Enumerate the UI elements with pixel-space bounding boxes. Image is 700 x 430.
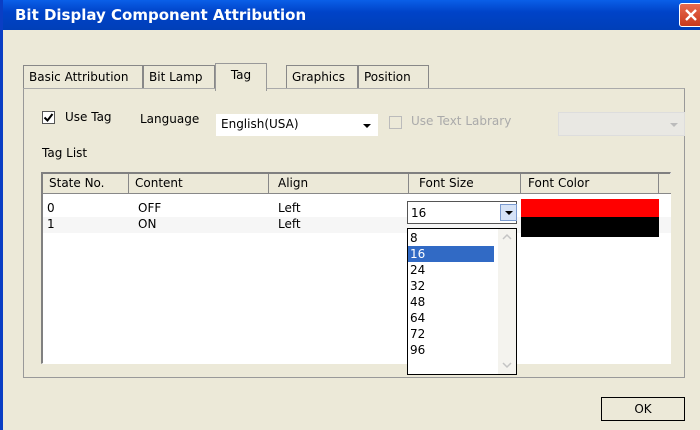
chevron-down-icon xyxy=(505,211,513,215)
table-row[interactable]: 1 ON Left xyxy=(43,217,671,237)
tab-basic-attribution[interactable]: Basic Attribution xyxy=(23,65,143,89)
window-title: Bit Display Component Attribution xyxy=(15,6,307,24)
dropdown-option[interactable]: 48 xyxy=(408,294,494,310)
chevron-up-icon xyxy=(502,233,512,240)
column-header-align[interactable]: Align xyxy=(269,174,409,194)
font-size-dropdown-list[interactable]: 8 16 24 32 48 64 72 96 xyxy=(407,228,517,375)
dropdown-option[interactable]: 32 xyxy=(408,278,494,294)
use-tag-checkbox[interactable] xyxy=(42,111,55,124)
tag-list-table[interactable]: State No. Content Align Font Size Font C… xyxy=(41,172,671,364)
cell-align: Left xyxy=(278,217,301,231)
language-label: Language xyxy=(140,112,200,126)
cell-state: 0 xyxy=(47,201,55,215)
dropdown-option[interactable]: 8 xyxy=(408,230,494,246)
tab-graphics[interactable]: Graphics xyxy=(286,65,358,89)
column-header-filler xyxy=(659,174,671,194)
close-icon xyxy=(685,9,697,21)
table-header: State No. Content Align Font Size Font C… xyxy=(43,174,671,194)
tag-list-label: Tag List xyxy=(42,146,88,160)
dialog-window: Bit Display Component Attribution Basic … xyxy=(0,0,700,430)
font-color-swatch[interactable] xyxy=(521,217,659,237)
use-text-library-checkbox[interactable] xyxy=(389,116,402,129)
column-header-font-size[interactable]: Font Size xyxy=(409,174,521,194)
tab-position[interactable]: Position xyxy=(358,65,429,89)
close-button[interactable] xyxy=(679,3,700,27)
checkmark-icon xyxy=(43,113,54,123)
column-header-font-color[interactable]: Font Color xyxy=(521,174,659,194)
title-bar[interactable]: Bit Display Component Attribution xyxy=(3,0,700,30)
language-select[interactable]: English(USA) xyxy=(216,114,378,136)
ok-button[interactable]: OK xyxy=(601,397,685,421)
tab-bit-lamp[interactable]: Bit Lamp xyxy=(143,65,215,89)
chevron-down-icon xyxy=(363,124,371,128)
tab-tag[interactable]: Tag xyxy=(215,63,267,91)
dropdown-option-selected[interactable]: 16 xyxy=(408,246,494,262)
cell-content: ON xyxy=(138,217,157,231)
table-row[interactable]: 0 OFF Left xyxy=(43,199,671,217)
dropdown-option[interactable]: 24 xyxy=(408,262,494,278)
use-text-library-label: Use Text Labrary xyxy=(411,114,512,128)
dropdown-option[interactable]: 96 xyxy=(408,342,494,358)
font-size-dropdown-button[interactable] xyxy=(500,204,517,221)
font-color-swatch[interactable] xyxy=(521,199,659,217)
chevron-down-icon xyxy=(502,362,512,369)
cell-content: OFF xyxy=(138,201,162,215)
use-tag-label: Use Tag xyxy=(65,110,112,124)
cell-align: Left xyxy=(278,201,301,215)
dropdown-option[interactable]: 72 xyxy=(408,326,494,342)
column-header-state-no[interactable]: State No. xyxy=(43,174,129,194)
column-header-content[interactable]: Content xyxy=(129,174,269,194)
font-size-select[interactable]: 16 xyxy=(407,201,517,224)
language-value: English(USA) xyxy=(221,117,299,131)
font-size-value: 16 xyxy=(411,206,427,220)
text-library-select[interactable] xyxy=(558,112,685,136)
chevron-down-icon xyxy=(670,123,678,127)
dropdown-scrollbar[interactable] xyxy=(498,229,516,374)
cell-state: 1 xyxy=(47,217,55,231)
dropdown-option[interactable]: 64 xyxy=(408,310,494,326)
